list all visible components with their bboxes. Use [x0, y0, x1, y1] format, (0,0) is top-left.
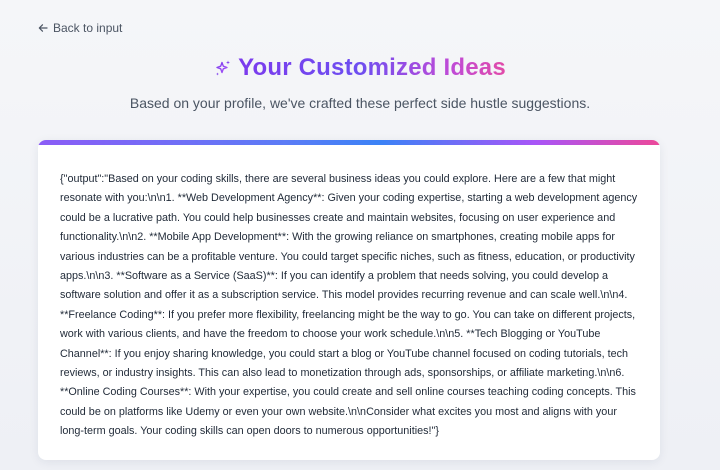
- ideas-result-text: {"output":"Based on your coding skills, …: [60, 173, 638, 438]
- sparkle-icon: [216, 60, 231, 76]
- page-title-row: Your Customized Ideas: [0, 54, 720, 82]
- ideas-result-card: {"output":"Based on your coding skills, …: [38, 140, 660, 460]
- back-link-label: Back to input: [53, 21, 123, 35]
- page-subtitle: Based on your profile, we've crafted the…: [129, 95, 591, 111]
- page: Back to input Your Customized Ideas Base…: [0, 0, 720, 470]
- back-to-input-link[interactable]: Back to input: [38, 21, 122, 35]
- page-title: Your Customized Ideas: [238, 54, 506, 81]
- arrow-left-icon: [38, 24, 48, 32]
